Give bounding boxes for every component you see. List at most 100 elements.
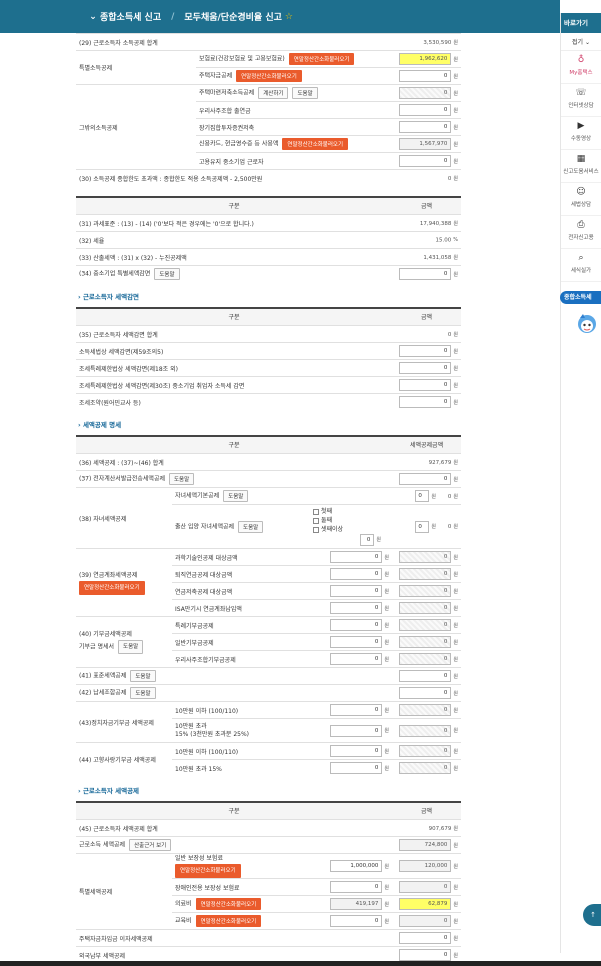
- birth-count-input[interactable]: 0: [360, 534, 375, 546]
- help-button[interactable]: 도움말: [130, 687, 156, 699]
- amount-input[interactable]: 0: [330, 568, 383, 580]
- medical-expense-input[interactable]: 419,197: [330, 898, 383, 910]
- long-fund-field[interactable]: 0: [399, 121, 452, 133]
- amount-input[interactable]: 0: [330, 724, 383, 737]
- amount-input[interactable]: 0: [330, 762, 383, 775]
- education-expense-input[interactable]: 0: [330, 915, 383, 927]
- row-label: (32) 세율: [76, 231, 392, 249]
- load-simplified-data-button[interactable]: 연말정산간소화불러오기: [195, 898, 262, 910]
- amount-value: 0: [447, 331, 452, 338]
- table-row: (42) 납세조합공제 도움말 0원: [76, 684, 462, 702]
- amount-value: 0: [447, 175, 452, 182]
- sidebar-fold-button[interactable]: 접기 ⌄: [561, 33, 601, 51]
- amount-input[interactable]: 0: [399, 379, 452, 391]
- column-header: 금액: [392, 306, 461, 326]
- income-tax-pill-button[interactable]: 종합소득세: [560, 291, 601, 304]
- load-simplified-data-button[interactable]: 연말정산간소화불러오기: [195, 915, 262, 927]
- housing-fund-field[interactable]: 0: [399, 70, 452, 82]
- section-title: 세액공제 명세: [78, 419, 461, 429]
- amount-input[interactable]: 0: [330, 551, 383, 563]
- column-header: 세액공제금액: [392, 434, 462, 454]
- row-label: 10만원 이하 (100/110): [172, 701, 310, 719]
- amount-input[interactable]: 0: [330, 636, 383, 648]
- column-header: 구분: [76, 195, 392, 215]
- row-label: 우리사주조합기부금공제: [172, 650, 310, 668]
- show-basis-button[interactable]: 산출근거 보기: [129, 839, 172, 851]
- row-label: 소득세법상 세액감면(제59조의5): [76, 342, 392, 360]
- e-invoice-credit-field[interactable]: 0: [399, 473, 452, 485]
- amount-input[interactable]: 0: [399, 396, 452, 409]
- amount-input[interactable]: 0: [330, 704, 383, 716]
- help-button[interactable]: 도움말: [238, 520, 264, 533]
- insurance-deduction-field[interactable]: 1,962,620: [399, 53, 452, 65]
- amount-input[interactable]: 0: [330, 602, 383, 614]
- quick-links-sidebar: 바로가기 접기 ⌄ ♁ My홈택스 ☏ 인터넷상담 ▶ 수동영상 ▦ 신고도움서비스 ☺…: [560, 13, 601, 953]
- row-label: 주택자금공제: [199, 72, 233, 80]
- employment-retention-field[interactable]: 0: [399, 155, 452, 167]
- birth-count-total[interactable]: 0: [415, 520, 430, 533]
- load-simplified-data-button[interactable]: 연말정산간소화불러오기: [79, 580, 145, 595]
- help-button[interactable]: 도움말: [154, 268, 180, 281]
- first-child-checkbox[interactable]: [313, 508, 319, 515]
- help-button[interactable]: 도움말: [223, 490, 249, 502]
- scroll-top-button[interactable]: ↑: [583, 904, 601, 926]
- help-button[interactable]: 도움말: [292, 87, 318, 99]
- amount-value: 0: [399, 551, 452, 563]
- table-row: (43)정치자금기부금 세액공제 10만원 이하 (100/110) 0원 0원: [76, 701, 462, 743]
- help-button[interactable]: 도움말: [130, 670, 156, 682]
- load-simplified-data-button[interactable]: 연말정산간소화불러오기: [236, 70, 302, 82]
- amount-input[interactable]: 0: [399, 362, 452, 374]
- sidebar-item-filing-help[interactable]: ▦ 신고도움서비스: [561, 150, 601, 183]
- favorite-star-icon[interactable]: ☆: [285, 12, 293, 22]
- sidebar-item-search[interactable]: ⌕ 세식실가: [561, 249, 601, 282]
- second-child-checkbox[interactable]: [313, 517, 319, 524]
- general-insurance-input[interactable]: 1,000,000: [330, 860, 383, 872]
- table-row: 특별소득공제 보험료(건강보험료 및 고용보험료) 연말정산간소화불러오기 1,9…: [76, 50, 462, 85]
- load-simplified-data-button[interactable]: 연말정산간소화불러오기: [282, 138, 349, 150]
- table-row: 소득세법상 세액감면(제59조의5) 0원: [76, 342, 461, 360]
- earned-credit-field: 724,800: [399, 839, 452, 851]
- row-label: 조세특례제한법상 세액감면(제18조 외): [76, 359, 392, 377]
- amount-input[interactable]: 0: [399, 345, 452, 357]
- amount-input[interactable]: 0: [330, 619, 383, 631]
- amount-input[interactable]: 0: [399, 670, 452, 682]
- amount-value: 3,530,590: [423, 39, 452, 46]
- amount-input[interactable]: 0: [330, 745, 383, 757]
- coop-contribution-field[interactable]: 0: [399, 104, 452, 116]
- amount-input[interactable]: 0: [330, 585, 383, 597]
- help-button[interactable]: 도움말: [118, 640, 144, 654]
- load-simplified-data-button[interactable]: 연말정산간소화불러오기: [288, 53, 355, 65]
- amount-input[interactable]: 0: [399, 687, 452, 699]
- table-row: 조세조약(원어민교사 등) 0원: [76, 393, 461, 411]
- housing-loan-credit-input[interactable]: 0: [399, 932, 452, 944]
- breadcrumb-income-tax[interactable]: 종합소득세 신고: [100, 10, 161, 23]
- row-label: 의료비: [175, 900, 192, 908]
- help-button[interactable]: 도움말: [168, 473, 195, 485]
- sidebar-item-e-filing[interactable]: ⎙ 전자신고용: [561, 216, 601, 249]
- calculate-button[interactable]: 계산하기: [258, 87, 289, 99]
- load-simplified-data-button[interactable]: 연말정산간소화불러오기: [175, 864, 241, 878]
- sidebar-item-video[interactable]: ▶ 수동영상: [561, 117, 601, 150]
- table-row: (36) 세액공제 : (37)~(46) 합계 927,679 원: [76, 453, 462, 471]
- table-row: 특별세액공제 일반 보장성 보험료 연말정산간소화불러오기 1,000,000 원 …: [76, 853, 462, 930]
- menu-chevron-icon[interactable]: ⌄: [86, 12, 100, 22]
- third-child-checkbox[interactable]: [313, 526, 319, 533]
- row-label: 자녀세액기본공제: [175, 492, 220, 500]
- sidebar-item-my-hometax[interactable]: ♁ My홈택스: [561, 51, 601, 84]
- sidebar-item-tax-law-consult[interactable]: ☺ 세법상담: [561, 183, 601, 216]
- child-count-input[interactable]: 0: [415, 490, 430, 502]
- amount-value: 17,940,388: [419, 220, 452, 227]
- row-label: (33) 산출세액 : (31) x (32) - 누진공제액: [76, 248, 392, 266]
- foreign-tax-credit-input[interactable]: 0: [399, 949, 452, 962]
- row-label: 장애인전용 보장성 보험료: [172, 878, 310, 896]
- amount-value: 0: [399, 636, 452, 648]
- amount-input[interactable]: 0: [330, 653, 383, 665]
- row-label: (40) 기부금세액공제: [79, 631, 132, 638]
- disability-insurance-input[interactable]: 0: [330, 881, 383, 893]
- sidebar-header: 바로가기: [561, 13, 601, 33]
- row-label: (41) 표준세액공제: [79, 672, 127, 680]
- sidebar-item-online-consult[interactable]: ☏ 인터넷상담: [561, 84, 601, 117]
- sme-reduction-field[interactable]: 0: [399, 268, 452, 281]
- amount-value: 0: [399, 704, 452, 716]
- table-row: (35) 근로소득자 세액감면 합계 0원: [76, 325, 461, 343]
